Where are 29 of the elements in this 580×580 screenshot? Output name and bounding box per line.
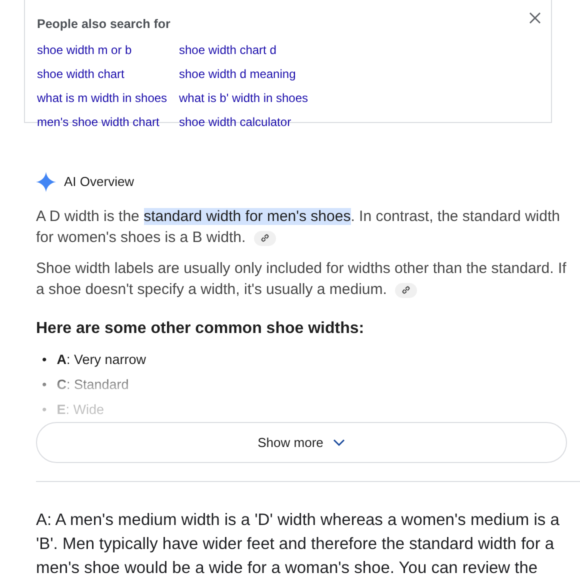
- chevron-down-icon: [333, 438, 346, 446]
- search-suggestion-link[interactable]: shoe width d meaning: [179, 64, 296, 84]
- link-icon: [401, 285, 412, 296]
- close-icon: [529, 12, 541, 24]
- list-item: C: Standard: [56, 376, 129, 394]
- search-suggestion-link[interactable]: what is m width in shoes: [37, 88, 168, 108]
- search-suggestion-link[interactable]: shoe width chart d: [179, 40, 276, 60]
- show-more-button[interactable]: Show more: [36, 422, 567, 463]
- search-suggestion-link[interactable]: shoe width chart: [37, 64, 124, 84]
- overview-paragraph: A D width is the standard width for men's shoes. In contrast, the standard width for women's shoes is a B width.: [36, 207, 561, 248]
- section-title: People also search for: [37, 16, 170, 33]
- bullet: •: [42, 350, 47, 368]
- source-link-button[interactable]: [254, 230, 276, 246]
- search-suggestion-link[interactable]: what is b' width in shoes: [179, 88, 308, 108]
- list-item: A: Very narrow: [56, 350, 146, 368]
- bullet: •: [42, 400, 47, 418]
- sparkle-icon: [36, 172, 56, 192]
- link-icon: [260, 233, 270, 244]
- list-heading: Here are some other common shoe widths:: [36, 319, 366, 339]
- answer-paragraph: A: A men's medium width is a 'D' width whereas a women's medium is a 'B'. Men typically have wider feet and therefore the standard width for a men's shoe would be a wide for a woman's shoe. You can review the: [36, 510, 560, 579]
- overview-title: AI Overview: [64, 173, 134, 192]
- search-suggestion-link[interactable]: shoe width m or b: [37, 40, 132, 60]
- bullet: •: [42, 376, 47, 394]
- source-link-button[interactable]: [395, 282, 418, 298]
- list-item: E: Wide: [56, 400, 104, 418]
- close-button[interactable]: [529, 12, 541, 24]
- overview-paragraph: Shoe width labels are usually only included for widths other than the standard. If a shoe doesn't specify a width, it's usually a medium.: [36, 259, 568, 300]
- search-suggestion-link[interactable]: men's shoe width chart: [37, 112, 160, 132]
- search-suggestion-link[interactable]: shoe width calculator: [179, 112, 292, 132]
